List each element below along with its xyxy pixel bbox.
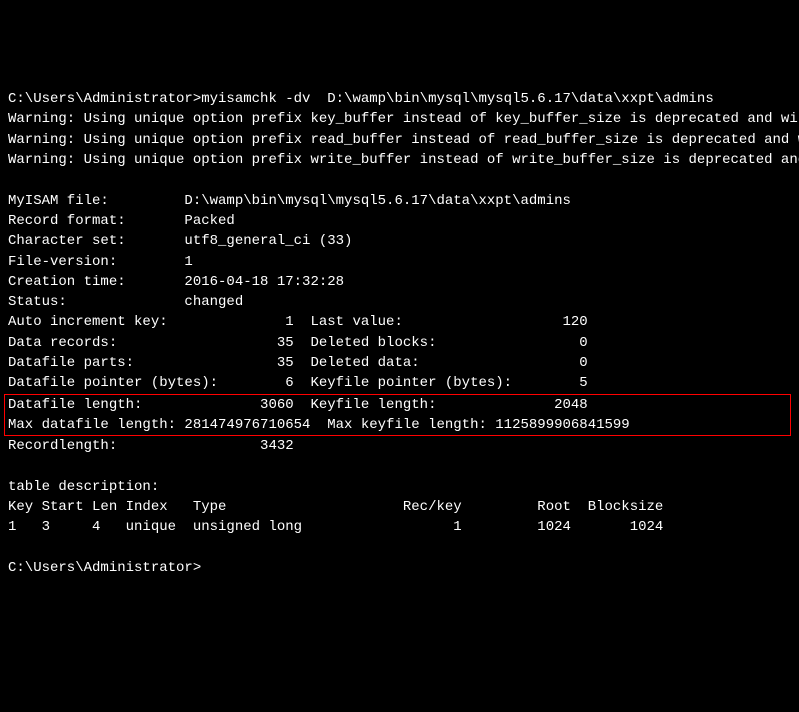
record-format-row: Record format: Packed — [8, 213, 235, 229]
creation-time-row: Creation time: 2016-04-18 17:32:28 — [8, 274, 344, 290]
datafile-length-row: Datafile length: 3060 Keyfile length: 20… — [8, 397, 588, 413]
status-row: Status: changed — [8, 294, 243, 310]
character-set-row: Character set: utf8_general_ci (33) — [8, 233, 352, 249]
myisam-file-row: MyISAM file: D:\wamp\bin\mysql\mysql5.6.… — [8, 193, 571, 209]
data-records-row: Data records: 35 Deleted blocks: 0 — [8, 335, 588, 351]
max-datafile-length-row: Max datafile length: 281474976710654 Max… — [8, 417, 630, 433]
warning-message: Warning: Using unique option prefix read… — [8, 132, 799, 148]
highlighted-region: Datafile length: 3060 Keyfile length: 20… — [4, 394, 791, 437]
datafile-pointer-row: Datafile pointer (bytes): 6 Keyfile poin… — [8, 375, 588, 391]
record-length-row: Recordlength: 3432 — [8, 438, 294, 454]
command-prompt-line: C:\Users\Administrator>myisamchk -dv D:\… — [8, 91, 714, 107]
table-row: 1 3 4 unique unsigned long 1 1024 1024 — [8, 519, 663, 535]
file-version-row: File-version: 1 — [8, 254, 193, 270]
auto-increment-row: Auto increment key: 1 Last value: 120 — [8, 314, 588, 330]
warning-message: Warning: Using unique option prefix writ… — [8, 152, 799, 168]
warning-message: Warning: Using unique option prefix key_… — [8, 111, 799, 127]
command-prompt-cursor[interactable]: C:\Users\Administrator> — [8, 560, 201, 576]
datafile-parts-row: Datafile parts: 35 Deleted data: 0 — [8, 355, 588, 371]
table-columns-header: Key Start Len Index Type Rec/key Root Bl… — [8, 499, 663, 515]
table-description-header: table description: — [8, 479, 159, 495]
